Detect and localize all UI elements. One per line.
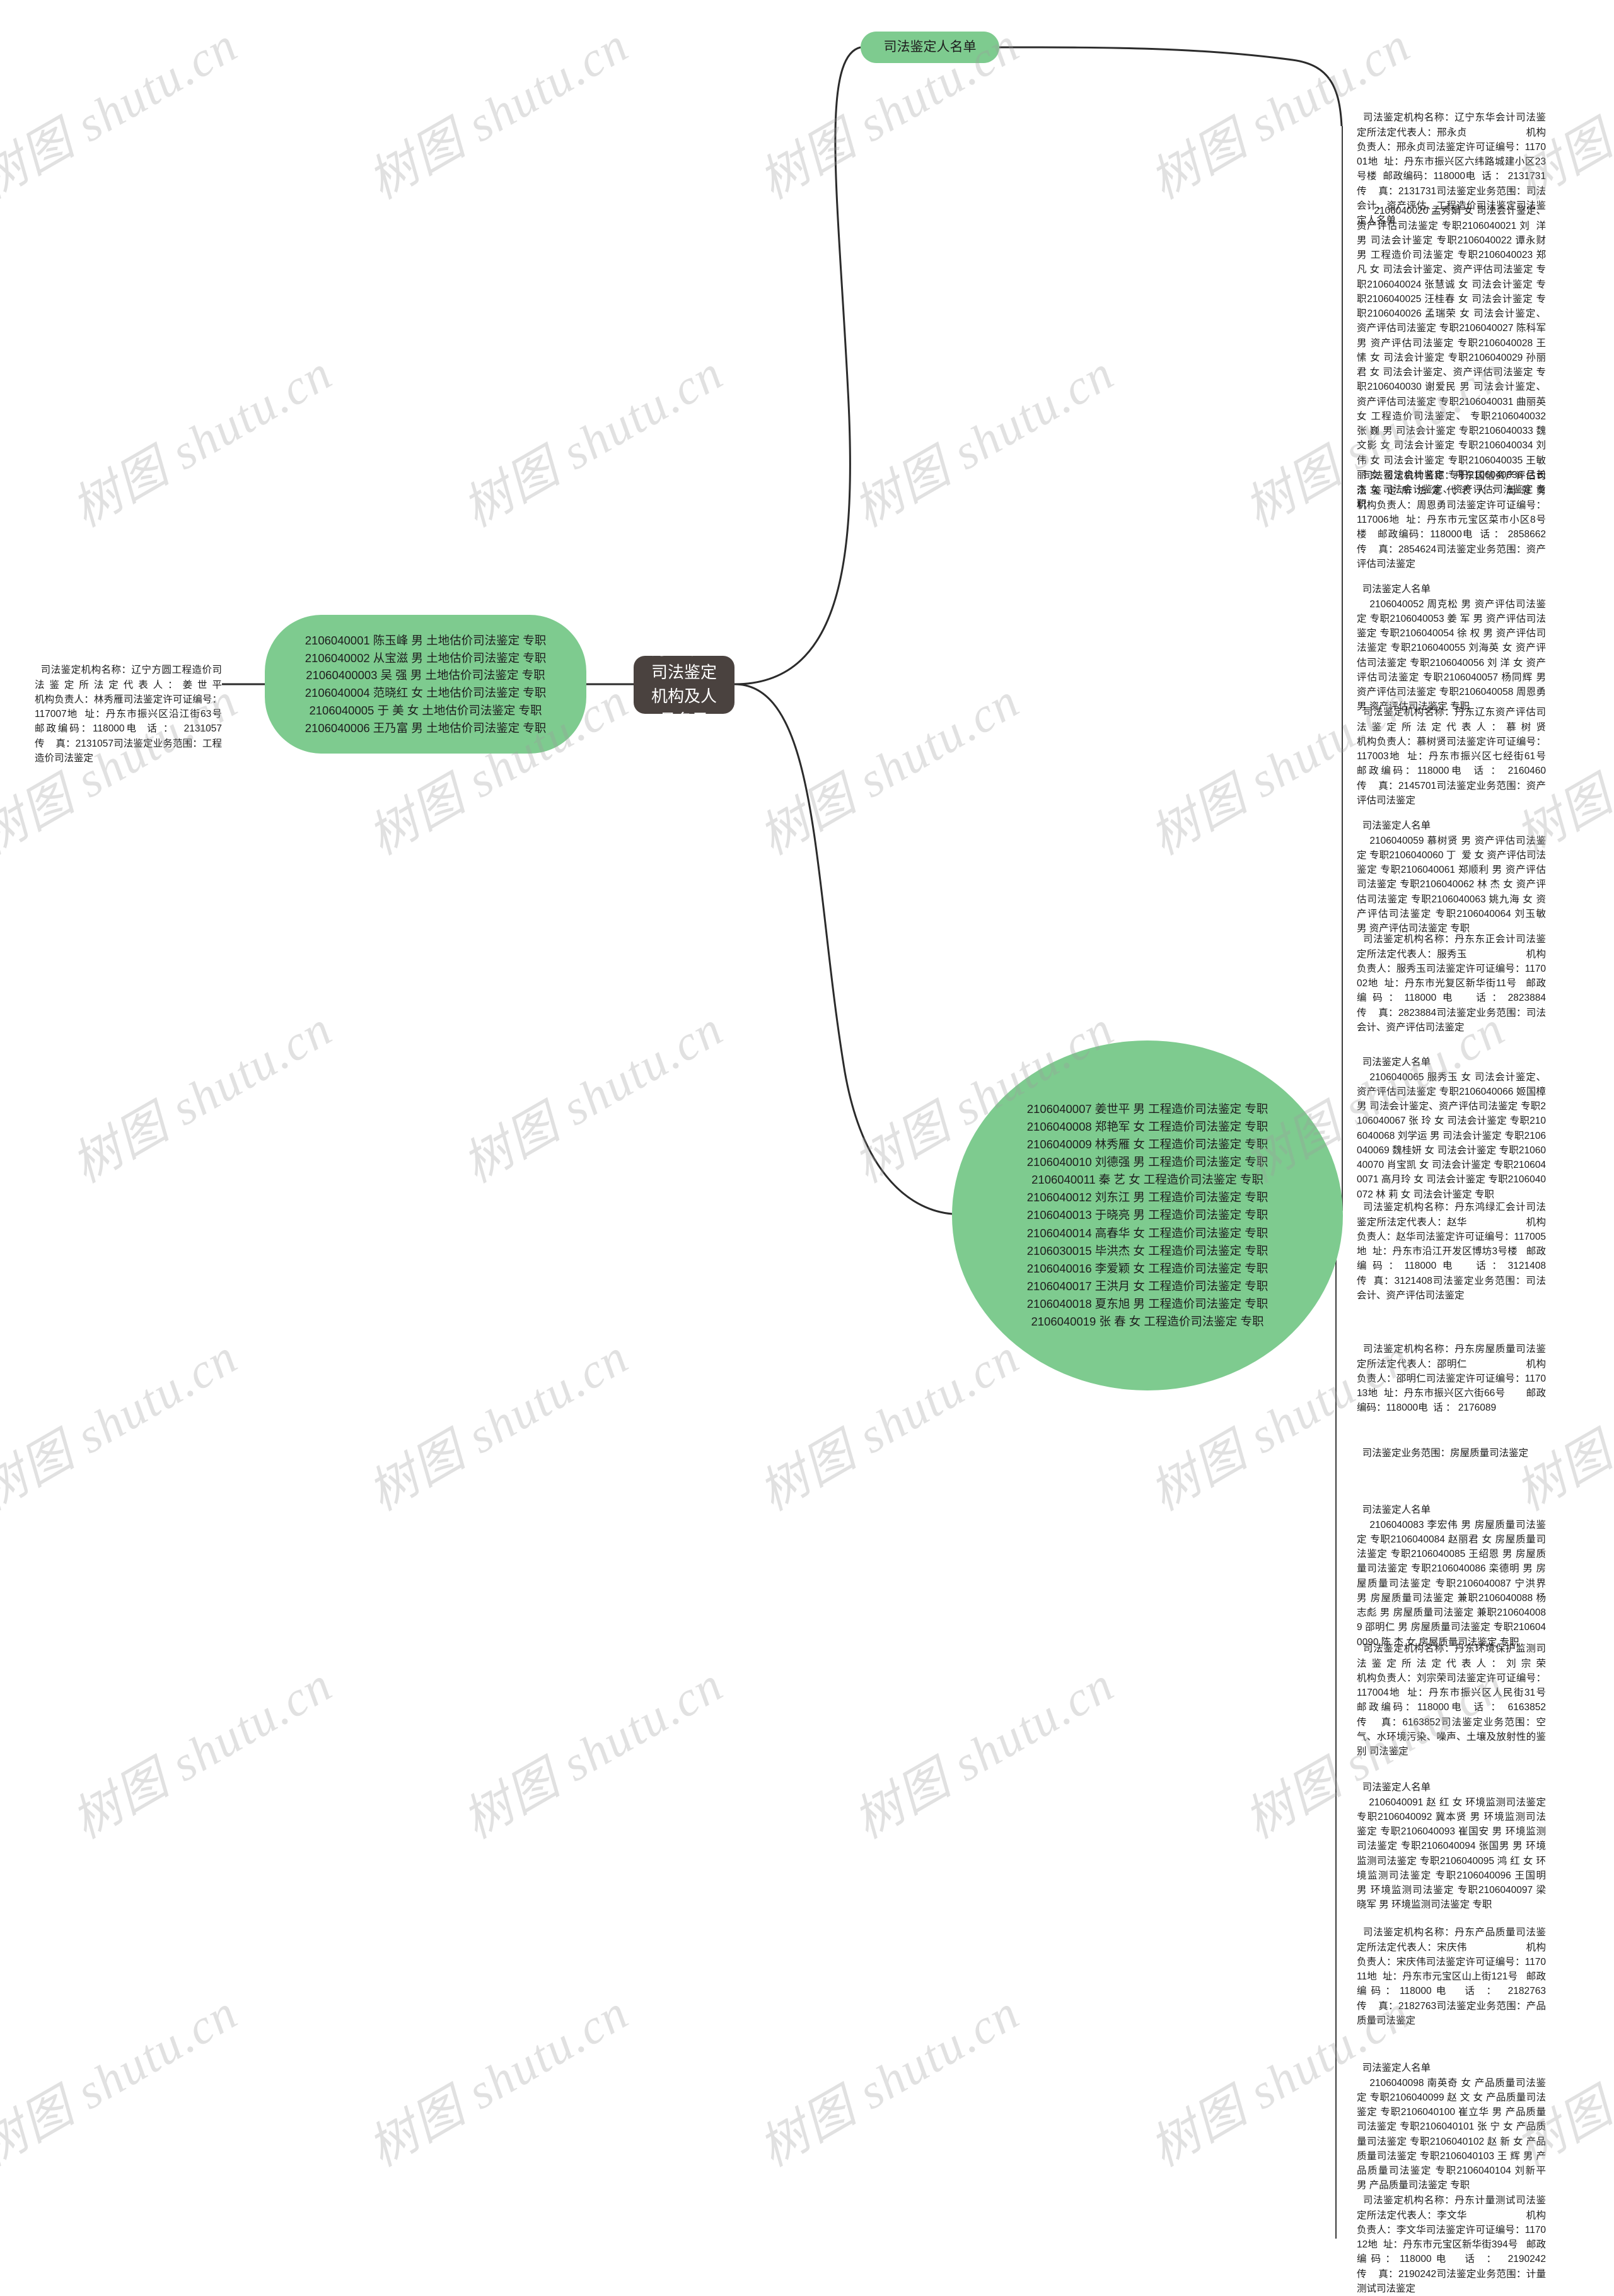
branch-node-shifa-jianding-ren-mingdan[interactable]: 司法鉴定人名单 — [861, 32, 999, 63]
text-block-content: 司法鉴定机构名称：丹东房屋质量司法鉴定所法定代表人：邵明仁 机构负责人：邵明仁司… — [1357, 1344, 1546, 1414]
text-block-org-zhengfa: 司法鉴定机构名称：丹东东正会计司法鉴定所法定代表人：服秀玉 机构负责人：服秀玉司… — [1357, 918, 1546, 1035]
text-block-org-guoxin: 司法鉴定机构名称：丹东国信资产评估司法鉴定所法定代表人：周恩勇 机构负责人：周恩… — [1357, 454, 1546, 571]
text-block-org-liaodong: 司法鉴定机构名称：丹东辽东资产评估司法鉴定所法定代表人：慕树贤 机构负责人：慕树… — [1357, 691, 1546, 808]
text-block-org-jiliang: 司法鉴定机构名称：丹东计量测试司法鉴定所法定代表人：李文华 机构负责人：李文华司… — [1357, 2179, 1546, 2296]
text-block-left-org: 司法鉴定机构名称：辽宁方圆工程造价司法鉴定所法定代表人：姜世平 机构负责人：林秀… — [35, 648, 222, 766]
right-column-rail-upper — [1342, 126, 1343, 1211]
root-node-label: 丹东市：司法鉴定机构及人员名录 — [651, 639, 717, 730]
text-block-content: 司法鉴定人名单 2106040098 南英奇 女 产品质量司法鉴定 专职2106… — [1357, 2063, 1547, 2191]
text-block-content: 司法鉴定人名单 2106040083 李宏伟 男 房屋质量司法鉴定 专职2106… — [1357, 1505, 1547, 1648]
branch-node-label: 司法鉴定人名单 — [883, 39, 977, 54]
text-block-people-zhengfa: 司法鉴定人名单 2106040065 服秀玉 女 司法会计鉴定、资产评估司法鉴定… — [1357, 1040, 1546, 1202]
text-block-people-chanpin: 司法鉴定人名单 2106040098 南英奇 女 产品质量司法鉴定 专职2106… — [1357, 2046, 1546, 2193]
text-block-people-liaodong: 司法鉴定人名单 2106040059 慕树贤 男 资产评估司法鉴定 专职2106… — [1357, 804, 1546, 936]
text-block-people-fangwu: 司法鉴定人名单 2106040083 李宏伟 男 房屋质量司法鉴定 专职2106… — [1357, 1488, 1546, 1650]
text-block-org-huanjing: 司法鉴定机构名称：丹东环境保护监测司法鉴定所法定代表人：刘宗荣 机构负责人：刘宗… — [1357, 1627, 1546, 1759]
branch-node-right-people[interactable]: 2106040007 姜世平 男 工程造价司法鉴定 专职2106040008 郑… — [952, 1040, 1343, 1390]
text-block-org-chanpin: 司法鉴定机构名称：丹东产品质量司法鉴定所法定代表人：宋庆伟 机构负责人：宋庆伟司… — [1357, 1911, 1546, 2028]
text-block-scope-fangwu: 司法鉴定业务范围：房屋质量司法鉴定 — [1357, 1431, 1546, 1461]
text-block-org-fangwu: 司法鉴定机构名称：丹东房屋质量司法鉴定所法定代表人：邵明仁 机构负责人：邵明仁司… — [1357, 1327, 1546, 1416]
branch-node-right-people-label: 2106040007 姜世平 男 工程造价司法鉴定 专职2106040008 郑… — [1026, 1102, 1269, 1329]
text-block-people-huanjing: 司法鉴定人名单 2106040091 赵 红 女 环境监测司法鉴定 专职2106… — [1357, 1766, 1546, 1913]
text-block-org-kuaiji: 司法鉴定机构名称：丹东鸿绿汇会计司法鉴定所法定代表人：赵华 机构负责人：赵华司法… — [1357, 1186, 1546, 1303]
branch-node-left-people-label: 2106040001 陈玉峰 男 土地估价司法鉴定 专职2106040002 从… — [305, 633, 547, 735]
text-block-content: 司法鉴定人名单 2106040091 赵 红 女 环境监测司法鉴定 专职2106… — [1357, 1782, 1546, 1911]
branch-node-left-people[interactable]: 2106040001 陈玉峰 男 土地估价司法鉴定 专职2106040002 从… — [265, 615, 586, 754]
text-block-content: 司法鉴定业务范围：房屋质量司法鉴定 — [1362, 1448, 1529, 1459]
right-column-rail-lower — [1335, 1192, 1337, 2239]
text-block-content: 司法鉴定人名单 2106040065 服秀玉 女 司法会计鉴定、资产评估司法鉴定… — [1357, 1057, 1547, 1200]
root-node[interactable]: 丹东市：司法鉴定机构及人员名录 — [634, 639, 734, 730]
